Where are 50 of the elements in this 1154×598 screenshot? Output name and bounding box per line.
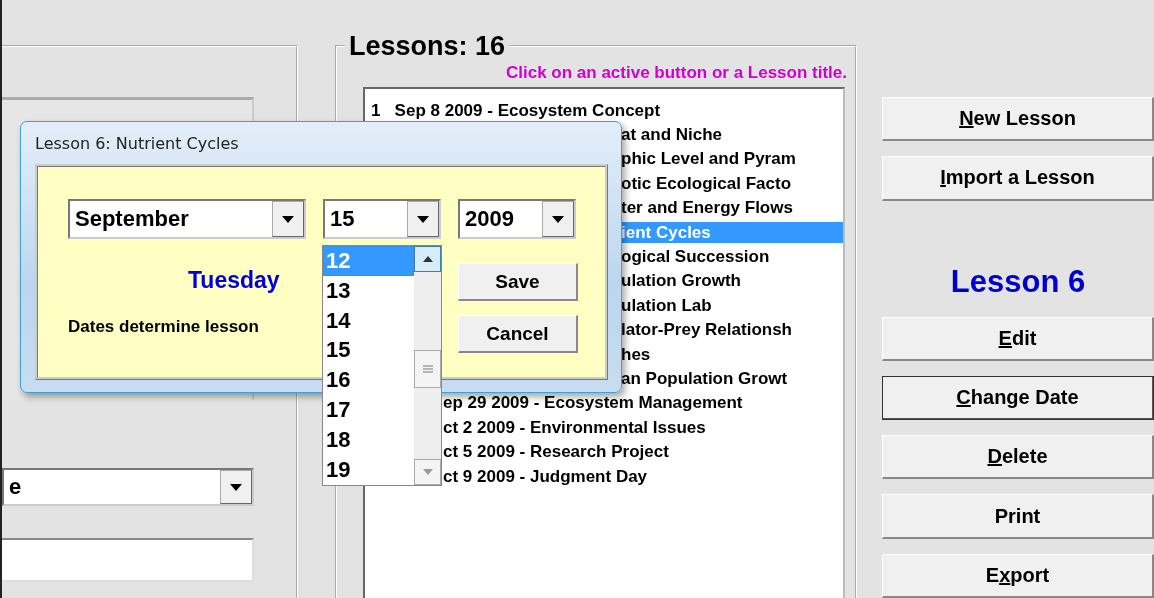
lesson-item[interactable]: ter and Energy Flows — [621, 197, 797, 219]
day-dropdown[interactable]: 15 — [323, 199, 441, 239]
dialog-button[interactable]: Cancel — [458, 315, 578, 353]
year-dropdown[interactable]: 2009 — [458, 199, 576, 239]
action-button[interactable]: Export — [882, 553, 1154, 598]
instruction-text: Click on an active button or a Lesson title. — [505, 63, 848, 83]
note-text: Dates determine lesson — [68, 317, 259, 337]
lesson-item[interactable]: ulation Growth — [621, 270, 745, 292]
lesson-item[interactable]: ct 2 2009 - Environmental Issues — [443, 416, 710, 438]
lesson-item[interactable]: ogical Succession — [621, 246, 774, 268]
day-option[interactable]: 16 — [323, 365, 414, 395]
lesson-item[interactable]: ulation Lab — [621, 294, 716, 316]
lesson-item[interactable]: at and Niche — [621, 124, 727, 146]
caret-icon — [417, 215, 429, 223]
text-field[interactable] — [2, 538, 254, 582]
dropdown-field[interactable]: e — [2, 468, 254, 506]
action-button[interactable]: Import a Lesson — [882, 156, 1154, 201]
day-option[interactable]: 18 — [323, 424, 414, 455]
lesson-item[interactable]: hes — [621, 343, 655, 365]
day-option[interactable]: 19 — [323, 454, 414, 485]
lesson-item[interactable]: an Population Growt — [621, 368, 792, 389]
day-option[interactable]: 17 — [323, 395, 414, 425]
caret-icon — [282, 215, 294, 223]
dialog-button[interactable]: Save — [458, 263, 578, 301]
caret-icon — [552, 215, 564, 223]
action-button[interactable]: New Lesson — [882, 97, 1154, 142]
weekday-label: Tuesday — [188, 266, 280, 295]
lesson-item[interactable]: 1 Sep 8 2009 - Ecosystem Concept — [371, 99, 665, 121]
action-button[interactable]: Delete — [882, 435, 1154, 480]
lesson-item[interactable]: ct 9 2009 - Judgment Day — [443, 465, 652, 487]
lesson-item[interactable]: phic Level and Pyram — [621, 148, 800, 170]
up-arrow-icon — [422, 256, 433, 262]
lesson-item[interactable]: lator-Prey Relationsh — [621, 319, 796, 341]
grip-icon — [422, 365, 433, 373]
day-option[interactable]: 13 — [323, 275, 414, 306]
day-option[interactable]: 14 — [323, 305, 414, 336]
action-button[interactable]: Change Date — [882, 375, 1154, 421]
action-button[interactable]: Print — [882, 494, 1154, 539]
day-option[interactable]: 15 — [323, 335, 414, 366]
dialog-title: Lesson 6: Nutrient Cycles — [34, 132, 240, 155]
lessons-title: Lessons: 16 — [348, 33, 507, 59]
lesson-item[interactable]: ct 5 2009 - Research Project — [443, 441, 673, 463]
current-lesson-label: Lesson 6 — [949, 263, 1087, 300]
caret-icon — [230, 483, 242, 491]
lesson-item[interactable]: ep 29 2009 - Ecosystem Management — [443, 392, 747, 414]
scrollbar[interactable] — [414, 246, 441, 485]
action-button[interactable]: Edit — [882, 316, 1154, 361]
down-arrow-icon — [422, 469, 433, 475]
lesson-item[interactable]: otic Ecological Facto — [621, 172, 796, 194]
month-dropdown[interactable]: September — [68, 199, 306, 239]
